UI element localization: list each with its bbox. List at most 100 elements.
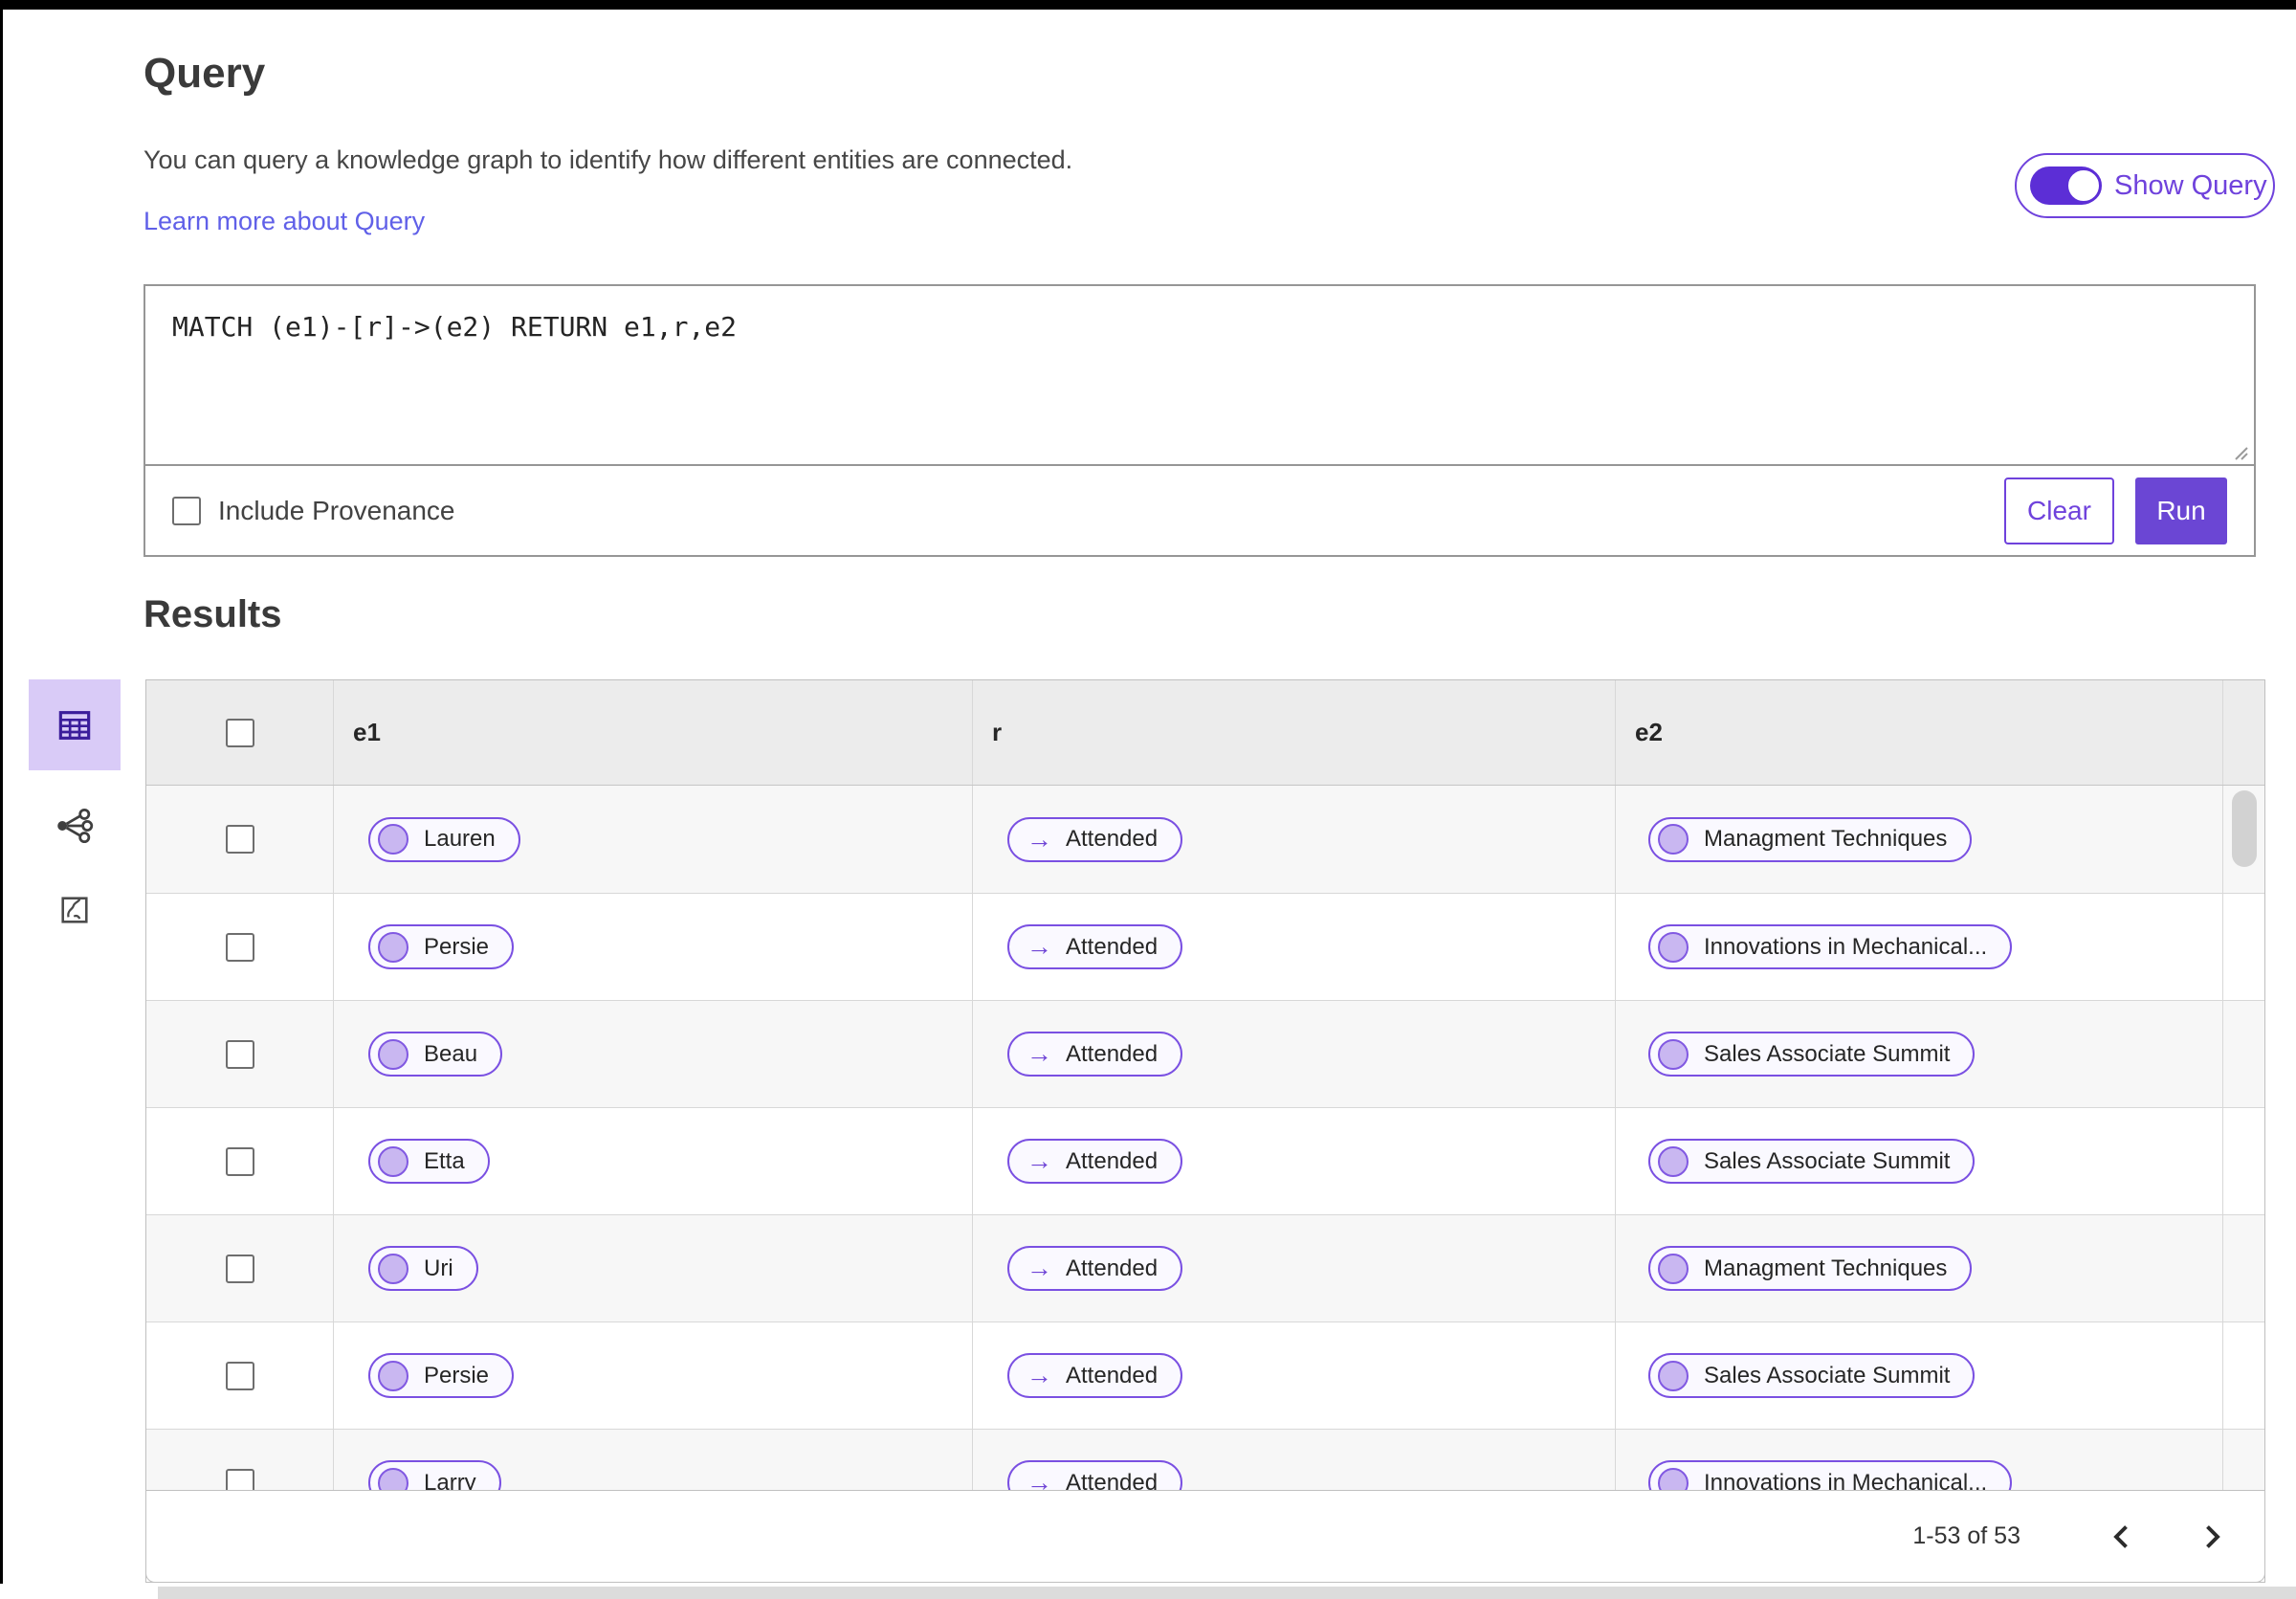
row-checkbox[interactable] — [225, 1361, 254, 1390]
entity-node-icon — [378, 1038, 408, 1070]
entity-pill-e1[interactable]: Beau — [368, 1032, 503, 1077]
entity-label: Sales Associate Summit — [1704, 1040, 1951, 1067]
query-footer: Include Provenance Clear Run — [145, 464, 2254, 555]
row-checkbox[interactable] — [225, 932, 254, 962]
learn-more-link[interactable]: Learn more about Query — [144, 207, 425, 236]
results-table: e1 r e2 Lauren → Attended Managment Tech… — [145, 679, 2265, 1583]
query-title: Query — [144, 50, 266, 97]
entity-pill-e1[interactable]: Etta — [368, 1139, 490, 1184]
relation-pill[interactable]: → Attended — [1007, 1139, 1183, 1184]
entity-pill-e2[interactable]: Managment Techniques — [1648, 816, 1973, 862]
run-button[interactable]: Run — [2135, 477, 2227, 544]
e1-cell: Beau — [333, 1001, 972, 1107]
table-row: Beau → Attended Sales Associate Summit — [146, 1000, 2264, 1107]
entity-label: Persie — [424, 933, 490, 960]
table-row: Persie → Attended Sales Associate Summit — [146, 1321, 2264, 1429]
show-query-label: Show Query — [2114, 169, 2267, 201]
show-query-button[interactable]: Show Query — [2015, 153, 2275, 218]
chevron-left-icon — [2113, 1524, 2128, 1548]
pagination-bar: 1-53 of 53 — [145, 1490, 2265, 1583]
entity-label: Sales Associate Summit — [1704, 1147, 1951, 1174]
select-all-checkbox[interactable] — [225, 718, 254, 747]
entity-label: Managment Techniques — [1704, 1255, 1948, 1281]
graph-view-button[interactable] — [29, 797, 121, 855]
entity-node-icon — [1658, 1253, 1689, 1284]
entity-pill-e1[interactable]: Persie — [368, 924, 515, 969]
scrollbar-cell — [2222, 1322, 2264, 1429]
show-query-toggle[interactable] — [2030, 167, 2102, 205]
entity-node-icon — [378, 1253, 408, 1284]
entity-pill-e2[interactable]: Innovations in Mechanical... — [1648, 924, 2013, 969]
table-row: Uri → Attended Managment Techniques — [146, 1214, 2264, 1321]
arrow-right-icon: → — [1027, 824, 1052, 854]
window-left-edge — [0, 0, 3, 1584]
entity-label: Persie — [424, 1362, 490, 1388]
relation-pill[interactable]: → Attended — [1007, 924, 1183, 969]
entity-pill-e1[interactable]: Persie — [368, 1353, 515, 1398]
e1-cell: Lauren — [333, 786, 972, 893]
map-view-button[interactable] — [29, 881, 121, 939]
table-row: Persie → Attended Innovations in Mechani… — [146, 893, 2264, 1000]
entity-pill-e1[interactable]: Lauren — [368, 816, 520, 862]
table-scrollbar-thumb[interactable] — [2232, 790, 2257, 867]
row-checkbox[interactable] — [225, 825, 254, 854]
table-view-button[interactable] — [29, 679, 121, 770]
arrow-right-icon: → — [1027, 1146, 1052, 1175]
entity-pill-e2[interactable]: Sales Associate Summit — [1648, 1353, 1976, 1398]
relation-label: Attended — [1066, 1147, 1159, 1174]
previous-page-button[interactable] — [2102, 1515, 2142, 1559]
entity-node-icon — [1658, 1038, 1689, 1070]
entity-pill-e2[interactable]: Sales Associate Summit — [1648, 1032, 1976, 1077]
horizontal-scrollbar-track[interactable] — [158, 1587, 2296, 1599]
row-checkbox-cell — [146, 1001, 333, 1107]
r-cell: → Attended — [972, 786, 1615, 893]
e2-cell: Sales Associate Summit — [1615, 1001, 2222, 1107]
entity-pill-e2[interactable]: Sales Associate Summit — [1648, 1139, 1976, 1184]
row-checkbox[interactable] — [225, 1254, 254, 1283]
table-row: Lauren → Attended Managment Techniques — [146, 786, 2264, 893]
column-header-e1: e1 — [333, 680, 972, 785]
include-provenance-checkbox[interactable] — [172, 496, 201, 525]
pagination-range-label: 1-53 of 53 — [1912, 1522, 2020, 1549]
next-page-button[interactable] — [2192, 1515, 2232, 1559]
e2-cell: Innovations in Mechanical... — [1615, 894, 2222, 1000]
header-scrollbar-cell — [2222, 680, 2264, 785]
table-view-icon — [58, 710, 91, 740]
relation-label: Attended — [1066, 1040, 1159, 1067]
entity-node-icon — [378, 824, 408, 855]
row-checkbox[interactable] — [225, 1146, 254, 1176]
arrow-right-icon: → — [1027, 932, 1052, 961]
relation-pill[interactable]: → Attended — [1007, 1246, 1183, 1291]
relation-pill[interactable]: → Attended — [1007, 816, 1183, 862]
entity-label: Uri — [424, 1255, 453, 1281]
query-editor[interactable]: MATCH (e1)-[r]->(e2) RETURN e1,r,e2 — [145, 286, 2254, 466]
view-switcher — [29, 679, 121, 939]
e1-cell: Uri — [333, 1215, 972, 1321]
e1-cell: Persie — [333, 894, 972, 1000]
entity-label: Lauren — [424, 826, 496, 852]
entity-node-icon — [378, 931, 408, 963]
entity-pill-e2[interactable]: Managment Techniques — [1648, 1246, 1973, 1291]
resize-handle-icon[interactable] — [2232, 444, 2249, 461]
entity-label: Etta — [424, 1147, 465, 1174]
row-checkbox-cell — [146, 1215, 333, 1321]
relation-label: Attended — [1066, 1362, 1159, 1388]
row-checkbox[interactable] — [225, 1039, 254, 1069]
e2-cell: Managment Techniques — [1615, 1215, 2222, 1321]
entity-pill-e1[interactable]: Uri — [368, 1246, 478, 1291]
entity-label: Innovations in Mechanical... — [1704, 933, 1988, 960]
scrollbar-cell — [2222, 1215, 2264, 1321]
entity-label: Beau — [424, 1040, 478, 1067]
e1-cell: Persie — [333, 1322, 972, 1429]
window-top-edge — [0, 0, 2296, 10]
app-canvas: Query You can query a knowledge graph to… — [0, 0, 2296, 1599]
relation-pill[interactable]: → Attended — [1007, 1353, 1183, 1398]
entity-node-icon — [1658, 1145, 1689, 1177]
relation-pill[interactable]: → Attended — [1007, 1032, 1183, 1077]
arrow-right-icon: → — [1027, 1039, 1052, 1068]
arrow-right-icon: → — [1027, 1254, 1052, 1282]
clear-button[interactable]: Clear — [2004, 477, 2114, 544]
table-header-row: e1 r e2 — [146, 680, 2264, 786]
column-header-e2: e2 — [1615, 680, 2222, 785]
row-checkbox-cell — [146, 1322, 333, 1429]
